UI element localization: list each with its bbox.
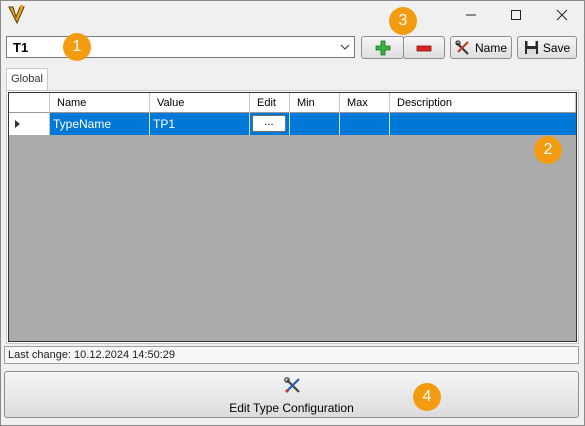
cell-max[interactable] bbox=[340, 113, 390, 135]
edit-value-button[interactable]: ... bbox=[252, 115, 286, 132]
remove-type-button[interactable] bbox=[403, 36, 445, 59]
close-button[interactable] bbox=[539, 0, 585, 30]
column-header-min[interactable]: Min bbox=[290, 93, 340, 113]
minimize-button[interactable] bbox=[448, 0, 494, 30]
tools-icon bbox=[284, 377, 300, 394]
column-header-row-indicator bbox=[9, 93, 50, 113]
row-header[interactable] bbox=[9, 113, 50, 135]
edit-type-configuration-label: Edit Type Configuration bbox=[229, 401, 354, 415]
rename-button[interactable]: Name bbox=[450, 36, 512, 59]
save-button-label: Save bbox=[542, 40, 571, 55]
floppy-disk-icon bbox=[524, 41, 538, 54]
app-logo-icon bbox=[8, 5, 26, 25]
annotation-badge-3: 3 bbox=[389, 7, 417, 35]
type-selector-value: T1 bbox=[13, 40, 29, 55]
column-header-description[interactable]: Description bbox=[390, 93, 576, 113]
last-change-status: Last change: 10.12.2024 14:50:29 bbox=[4, 346, 579, 364]
chevron-down-icon[interactable] bbox=[339, 41, 351, 53]
minimize-icon bbox=[466, 14, 476, 16]
current-row-arrow-icon bbox=[15, 120, 20, 128]
cell-name[interactable]: TypeName bbox=[50, 113, 150, 135]
add-type-button[interactable] bbox=[361, 36, 404, 59]
cell-edit[interactable]: ... bbox=[250, 113, 290, 135]
maximize-button[interactable] bbox=[493, 0, 539, 30]
minus-icon bbox=[416, 45, 432, 51]
annotation-badge-1: 1 bbox=[63, 33, 91, 61]
column-header-edit[interactable]: Edit bbox=[250, 93, 290, 113]
type-selector-combobox[interactable]: T1 bbox=[6, 36, 355, 58]
column-header-name[interactable]: Name bbox=[50, 93, 150, 113]
table-row[interactable]: TypeName TP1 ... bbox=[9, 113, 576, 135]
annotation-badge-2: 2 bbox=[534, 136, 562, 164]
cell-value[interactable]: TP1 bbox=[150, 113, 250, 135]
cell-min[interactable] bbox=[290, 113, 340, 135]
column-header-max[interactable]: Max bbox=[340, 93, 390, 113]
tab-global[interactable]: Global bbox=[6, 68, 48, 90]
plus-icon bbox=[375, 40, 390, 55]
save-button[interactable]: Save bbox=[517, 36, 577, 59]
tools-icon bbox=[455, 39, 469, 55]
column-header-value[interactable]: Value bbox=[150, 93, 250, 113]
maximize-icon bbox=[511, 10, 521, 20]
grid-header: Name Value Edit Min Max Description bbox=[9, 93, 576, 113]
edit-type-configuration-button[interactable]: Edit Type Configuration bbox=[4, 371, 579, 418]
parameter-grid[interactable]: Name Value Edit Min Max Description Type… bbox=[8, 92, 577, 342]
cell-description[interactable] bbox=[390, 113, 576, 135]
close-icon bbox=[556, 9, 568, 21]
annotation-badge-4: 4 bbox=[413, 383, 441, 411]
rename-button-label: Name bbox=[474, 40, 507, 55]
